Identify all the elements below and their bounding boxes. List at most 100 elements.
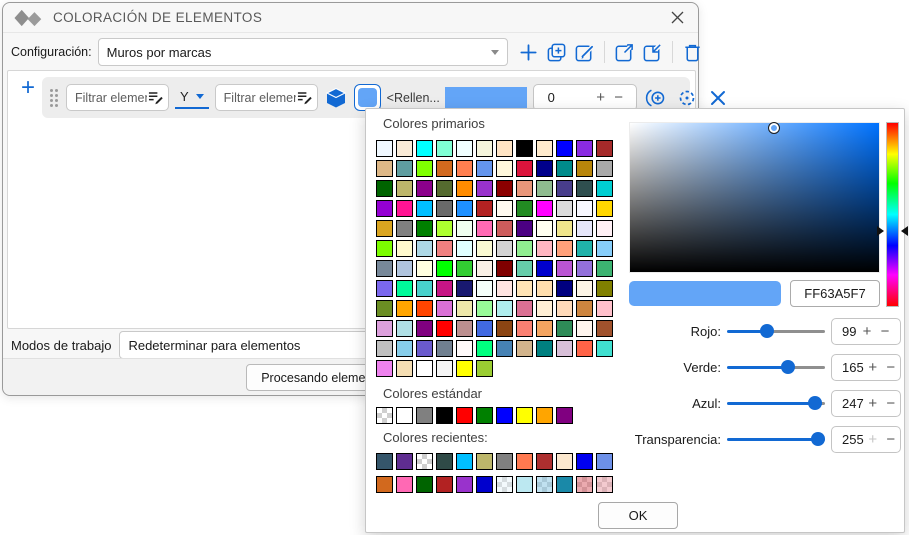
color-swatch[interactable] (596, 453, 613, 470)
color-swatch[interactable] (576, 260, 593, 277)
color-swatch[interactable] (556, 407, 573, 424)
rojo-value[interactable]: 99 (842, 324, 858, 339)
color-swatch[interactable] (416, 280, 433, 297)
spinner-decrement-button[interactable]: − (610, 89, 628, 106)
color-swatch[interactable] (436, 180, 453, 197)
color-swatch[interactable] (476, 360, 493, 377)
verde-decrement-button[interactable]: − (882, 359, 900, 376)
color-swatch[interactable] (516, 453, 533, 470)
color-swatch[interactable] (576, 453, 593, 470)
azul-slider-thumb[interactable] (808, 396, 822, 410)
color-swatch[interactable] (496, 407, 513, 424)
export-icon[interactable] (614, 42, 635, 63)
color-swatch[interactable] (476, 407, 493, 424)
add-icon[interactable] (518, 42, 539, 63)
color-swatch[interactable] (476, 260, 493, 277)
transparencia-value[interactable]: 255 (842, 432, 864, 447)
rojo-slider-thumb[interactable] (760, 324, 774, 338)
color-swatch[interactable] (456, 453, 473, 470)
color-swatch[interactable] (396, 260, 413, 277)
zoom-select-icon[interactable] (645, 87, 667, 109)
color-swatch[interactable] (496, 200, 513, 217)
color-swatch[interactable] (396, 240, 413, 257)
color-swatch[interactable] (556, 260, 573, 277)
color-swatch[interactable] (596, 476, 613, 493)
color-swatch[interactable] (396, 360, 413, 377)
color-swatch[interactable] (516, 140, 533, 157)
verde-slider[interactable] (727, 366, 825, 369)
color-swatch[interactable] (556, 180, 573, 197)
color-swatch[interactable] (376, 300, 393, 317)
color-swatch[interactable] (416, 407, 433, 424)
color-swatch[interactable] (456, 340, 473, 357)
color-swatch[interactable] (496, 280, 513, 297)
color-swatch[interactable] (456, 240, 473, 257)
color-swatch[interactable] (496, 320, 513, 337)
color-swatch[interactable] (416, 360, 433, 377)
color-swatch[interactable] (536, 453, 553, 470)
color-swatch[interactable] (576, 300, 593, 317)
spinner-increment-button[interactable]: + (592, 89, 610, 106)
color-swatch[interactable] (416, 240, 433, 257)
color-swatch[interactable] (376, 320, 393, 337)
color-swatch[interactable] (496, 453, 513, 470)
color-swatch[interactable] (436, 220, 453, 237)
color-swatch[interactable] (476, 340, 493, 357)
azul-slider[interactable] (727, 402, 825, 405)
color-swatch[interactable] (416, 340, 433, 357)
color-swatch[interactable] (436, 140, 453, 157)
color-swatch[interactable] (396, 476, 413, 493)
color-swatch[interactable] (456, 200, 473, 217)
color-swatch[interactable] (576, 220, 593, 237)
color-swatch[interactable] (476, 300, 493, 317)
color-swatch[interactable] (436, 476, 453, 493)
transparencia-slider-thumb[interactable] (811, 432, 825, 446)
color-swatch[interactable] (436, 260, 453, 277)
configuration-select[interactable]: Muros por marcas (98, 38, 508, 66)
color-swatch[interactable] (496, 240, 513, 257)
color-swatch[interactable] (576, 280, 593, 297)
spinner-value[interactable]: 0 (548, 90, 592, 105)
color-swatch[interactable] (376, 260, 393, 277)
color-swatch[interactable] (496, 260, 513, 277)
transparencia-slider[interactable] (727, 438, 825, 441)
color-swatch[interactable] (376, 407, 393, 424)
color-swatch[interactable] (396, 453, 413, 470)
color-swatch[interactable] (596, 280, 613, 297)
color-swatch[interactable] (556, 280, 573, 297)
add-rule-button[interactable]: + (17, 78, 39, 100)
color-swatch[interactable] (436, 360, 453, 377)
color-swatch[interactable] (536, 260, 553, 277)
color-swatch[interactable] (476, 476, 493, 493)
transparencia-decrement-button[interactable]: − (882, 431, 900, 448)
window-close-icon[interactable] (666, 7, 688, 29)
color-swatch[interactable] (396, 340, 413, 357)
color-swatch[interactable] (536, 407, 553, 424)
color-swatch[interactable] (516, 220, 533, 237)
rojo-slider[interactable] (727, 330, 825, 333)
color-swatch[interactable] (396, 220, 413, 237)
color-swatch[interactable] (516, 240, 533, 257)
color-swatch[interactable] (436, 407, 453, 424)
hue-slider[interactable] (886, 122, 899, 307)
saturation-value-area[interactable] (629, 122, 880, 273)
color-swatch[interactable] (516, 407, 533, 424)
verde-increment-button[interactable]: + (864, 359, 882, 376)
color-swatch[interactable] (536, 220, 553, 237)
color-swatch[interactable] (416, 320, 433, 337)
color-swatch[interactable] (396, 300, 413, 317)
color-swatch[interactable] (456, 260, 473, 277)
color-swatch[interactable] (596, 160, 613, 177)
color-swatch[interactable] (556, 160, 573, 177)
sv-cursor[interactable] (768, 122, 780, 134)
color-swatch[interactable] (436, 160, 453, 177)
color-swatch[interactable] (456, 220, 473, 237)
color-swatch[interactable] (576, 180, 593, 197)
operator-select[interactable]: Y (175, 87, 209, 109)
color-swatch[interactable] (576, 160, 593, 177)
color-swatch[interactable] (496, 160, 513, 177)
color-swatch[interactable] (596, 260, 613, 277)
color-swatch[interactable] (436, 453, 453, 470)
color-swatch[interactable] (496, 340, 513, 357)
color-swatch[interactable] (376, 360, 393, 377)
